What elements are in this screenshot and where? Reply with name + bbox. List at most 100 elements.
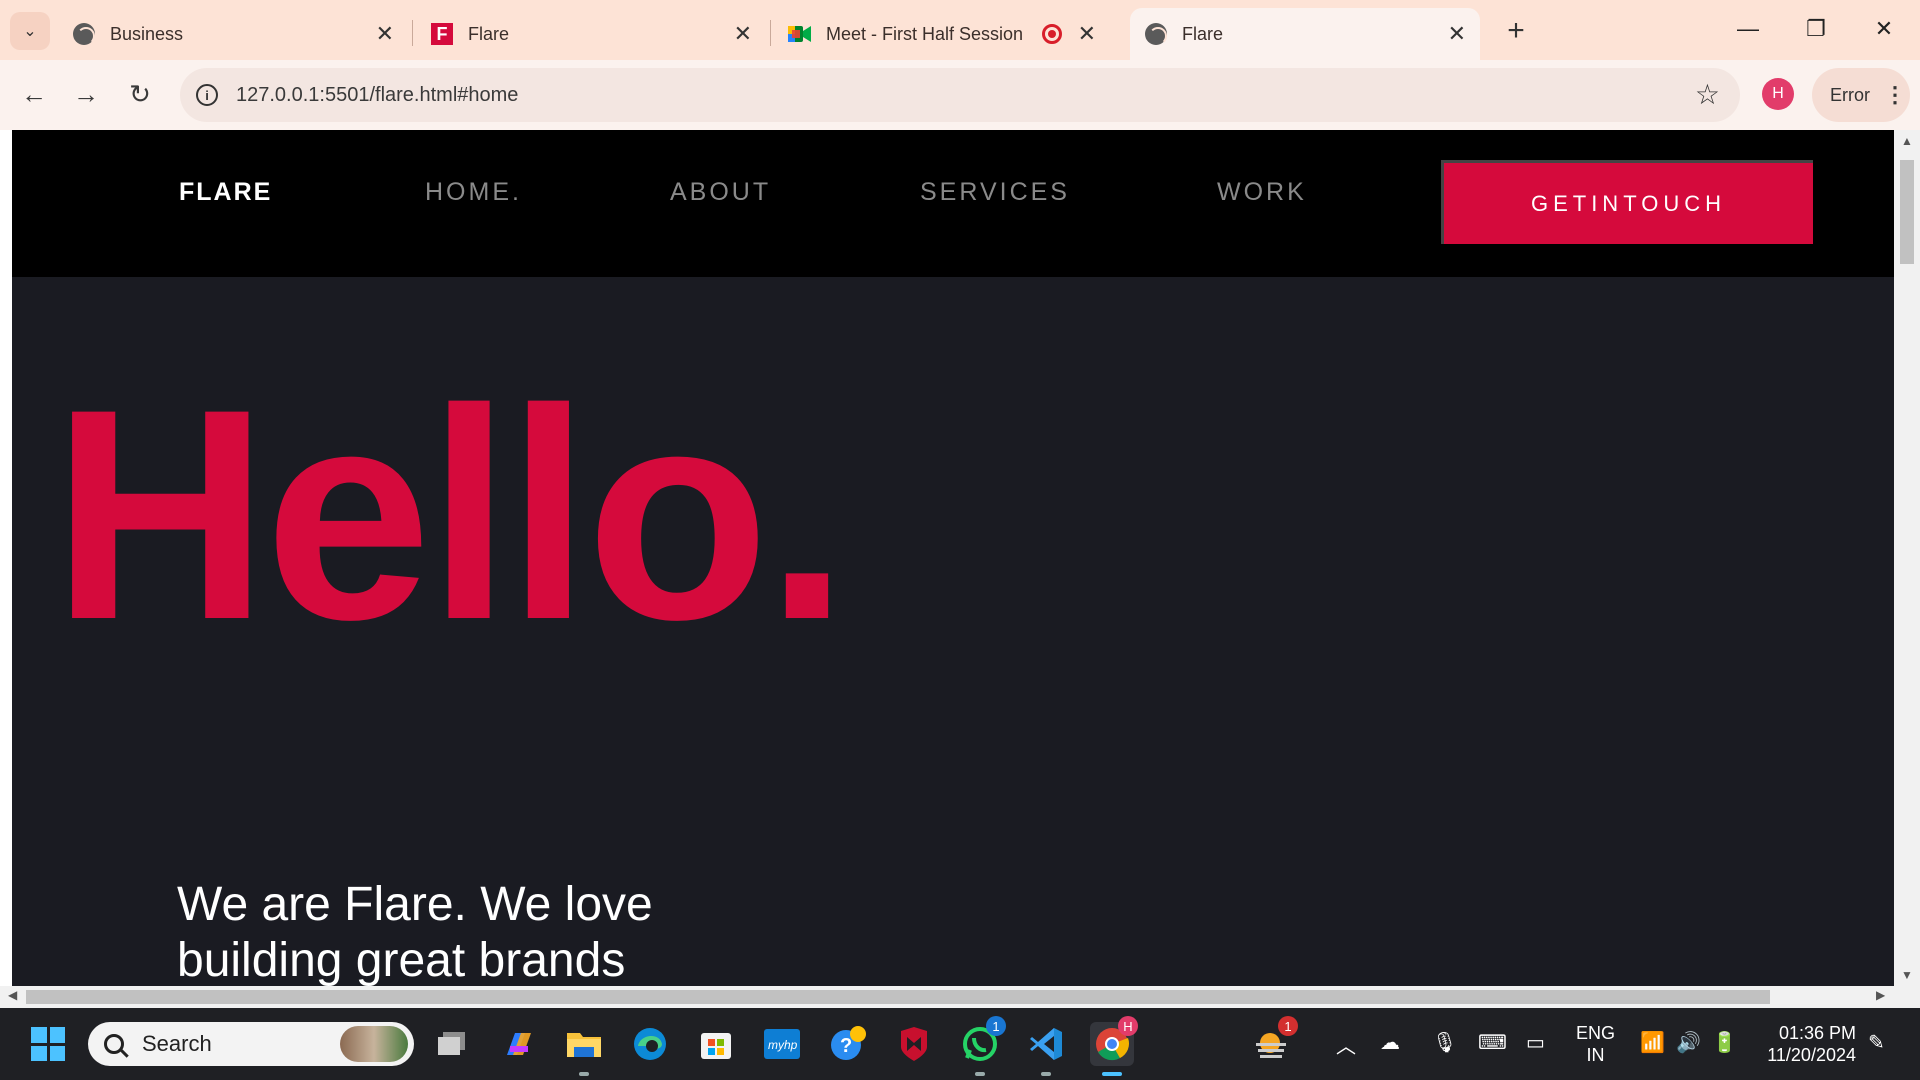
tab-separator bbox=[412, 20, 413, 46]
clock-time: 01:36 PM bbox=[1778, 1023, 1856, 1043]
file-explorer-button[interactable] bbox=[562, 1022, 606, 1076]
close-icon: ✕ bbox=[1874, 16, 1894, 41]
myhp-button[interactable]: myhp bbox=[760, 1022, 804, 1066]
restore-icon: ❐ bbox=[1806, 16, 1826, 41]
keyboard-icon[interactable]: ⌨ bbox=[1478, 1030, 1507, 1055]
mcafee-button[interactable] bbox=[892, 1022, 936, 1066]
vertical-scrollbar[interactable]: ▲ ▼ bbox=[1894, 130, 1920, 986]
close-tab-icon[interactable]: ✕ bbox=[1078, 21, 1096, 47]
globe-icon bbox=[72, 22, 96, 46]
edge-button[interactable] bbox=[628, 1022, 672, 1066]
taskbar: Search myhp ? 1 H 1 ︿ ☁ 🎙 ⌨ ▭ ENG IN 📶 🔊… bbox=[0, 1008, 1920, 1080]
address-bar[interactable]: i 127.0.0.1:5501/flare.html#home ☆ bbox=[180, 68, 1740, 122]
reload-icon: ↻ bbox=[129, 78, 151, 109]
get-help-button[interactable]: ? bbox=[826, 1022, 870, 1066]
get-in-touch-button[interactable]: GETINTOUCH bbox=[1441, 160, 1813, 244]
flare-site: FLARE HOME. ABOUT SERVICES WORK GETINTOU… bbox=[12, 130, 1894, 986]
copilot-icon bbox=[507, 1033, 531, 1055]
hero-title: Hello. bbox=[52, 346, 849, 682]
site-logo[interactable]: FLARE bbox=[179, 178, 272, 207]
whatsapp-button[interactable]: 1 bbox=[958, 1016, 1006, 1076]
site-navbar: FLARE HOME. ABOUT SERVICES WORK GETINTOU… bbox=[12, 130, 1894, 277]
nav-about[interactable]: ABOUT bbox=[670, 178, 771, 207]
horizontal-scrollbar[interactable]: ◀ ▶ bbox=[0, 986, 1894, 1008]
windows-logo-icon bbox=[31, 1027, 65, 1061]
language-code: ENG bbox=[1576, 1023, 1616, 1043]
recording-icon bbox=[1041, 24, 1062, 44]
taskbar-search[interactable]: Search bbox=[88, 1022, 414, 1066]
tab-title: Flare bbox=[1182, 23, 1224, 44]
flare-favicon-icon: F bbox=[430, 22, 454, 46]
tab-search-dropdown[interactable]: ⌄ bbox=[10, 12, 50, 50]
hero-subtitle: We are Flare. We love building great bra… bbox=[177, 878, 653, 986]
task-view-button[interactable] bbox=[430, 1022, 474, 1066]
tab-flare-active[interactable]: Flare ✕ bbox=[1130, 8, 1480, 60]
close-tab-icon[interactable]: ✕ bbox=[734, 21, 752, 47]
tab-meet[interactable]: Meet - First Half Session ✕ bbox=[774, 8, 1110, 60]
system-clock[interactable]: 01:36 PM 11/20/2024 bbox=[1756, 1022, 1856, 1066]
search-highlight-image bbox=[340, 1026, 408, 1062]
tab-title: Business bbox=[110, 23, 184, 44]
page-viewport: FLARE HOME. ABOUT SERVICES WORK GETINTOU… bbox=[0, 130, 1920, 986]
new-tab-button[interactable]: + bbox=[1496, 12, 1536, 50]
nav-work[interactable]: WORK bbox=[1217, 178, 1307, 207]
chrome-profile-badge: H bbox=[1118, 1016, 1138, 1036]
scrollbar-thumb[interactable] bbox=[26, 990, 1770, 1004]
scrollbar-corner bbox=[1894, 986, 1920, 1008]
tab-flare[interactable]: F Flare ✕ bbox=[416, 8, 766, 60]
close-tab-icon[interactable]: ✕ bbox=[1448, 21, 1466, 47]
restore-button[interactable]: ❐ bbox=[1782, 6, 1850, 52]
tab-strip: ⌄ Business ✕ F Flare ✕ Meet - First Half… bbox=[0, 0, 1920, 60]
browser-toolbar: ← → ↻ i 127.0.0.1:5501/flare.html#home ☆… bbox=[0, 60, 1920, 130]
error-label: Error bbox=[1830, 84, 1870, 105]
profile-avatar[interactable]: H bbox=[1762, 78, 1794, 110]
chrome-button[interactable]: H bbox=[1090, 1016, 1138, 1076]
minimize-button[interactable]: — bbox=[1714, 6, 1782, 52]
arrow-left-icon: ← bbox=[21, 78, 47, 109]
weather-badge: 1 bbox=[1278, 1016, 1298, 1036]
reload-button[interactable]: ↻ bbox=[120, 74, 160, 114]
notification-icon[interactable]: ✎ bbox=[1868, 1030, 1885, 1055]
language-indicator[interactable]: ENG IN bbox=[1576, 1022, 1615, 1066]
tab-title: Flare bbox=[468, 23, 510, 44]
folder-icon bbox=[567, 1033, 601, 1057]
tab-business[interactable]: Business ✕ bbox=[58, 8, 408, 60]
close-window-button[interactable]: ✕ bbox=[1850, 6, 1918, 52]
close-tab-icon[interactable]: ✕ bbox=[376, 21, 394, 47]
chevron-down-icon: ⌄ bbox=[23, 23, 37, 40]
back-button[interactable]: ← bbox=[14, 74, 54, 114]
scroll-left-icon[interactable]: ◀ bbox=[8, 988, 17, 1002]
site-info-icon[interactable]: i bbox=[196, 84, 218, 106]
scroll-right-icon[interactable]: ▶ bbox=[1876, 988, 1885, 1002]
more-vert-icon: ⋮ bbox=[1884, 82, 1906, 107]
search-icon bbox=[104, 1034, 124, 1054]
url-text[interactable]: 127.0.0.1:5501/flare.html#home bbox=[236, 84, 518, 107]
weather-widget[interactable]: 1 bbox=[1250, 1016, 1298, 1066]
nav-services[interactable]: SERVICES bbox=[920, 178, 1070, 207]
myhp-icon: myhp bbox=[764, 1029, 800, 1059]
copilot-button[interactable] bbox=[496, 1022, 540, 1066]
store-button[interactable] bbox=[694, 1022, 738, 1066]
forward-button[interactable]: → bbox=[66, 74, 106, 114]
scrollbar-thumb[interactable] bbox=[1900, 160, 1914, 264]
scroll-down-icon[interactable]: ▼ bbox=[1901, 968, 1913, 982]
scroll-up-icon[interactable]: ▲ bbox=[1901, 134, 1913, 148]
start-button[interactable] bbox=[26, 1022, 70, 1066]
vscode-icon bbox=[1030, 1028, 1062, 1060]
microphone-icon[interactable]: 🎙 bbox=[1432, 1030, 1457, 1055]
nav-home[interactable]: HOME. bbox=[425, 178, 522, 207]
chevron-up-icon[interactable]: ︿ bbox=[1336, 1030, 1356, 1059]
battery-icon[interactable]: 🔋 bbox=[1712, 1030, 1737, 1055]
vscode-button[interactable] bbox=[1024, 1022, 1068, 1076]
onedrive-cloud-icon[interactable]: ☁ bbox=[1380, 1030, 1400, 1055]
bookmark-star-icon[interactable]: ☆ bbox=[1695, 78, 1720, 111]
volume-icon[interactable]: 🔊 bbox=[1676, 1030, 1701, 1055]
error-menu-button[interactable]: Error ⋮ bbox=[1812, 68, 1910, 122]
wifi-icon[interactable]: 📶 bbox=[1640, 1030, 1665, 1055]
clock-date: 11/20/2024 bbox=[1767, 1045, 1856, 1065]
tablet-mode-icon[interactable]: ▭ bbox=[1526, 1030, 1545, 1055]
search-placeholder: Search bbox=[142, 1031, 212, 1056]
google-meet-icon bbox=[788, 22, 812, 46]
mcafee-shield-icon bbox=[901, 1027, 927, 1061]
tab-title: Meet - First Half Session bbox=[826, 23, 1024, 44]
